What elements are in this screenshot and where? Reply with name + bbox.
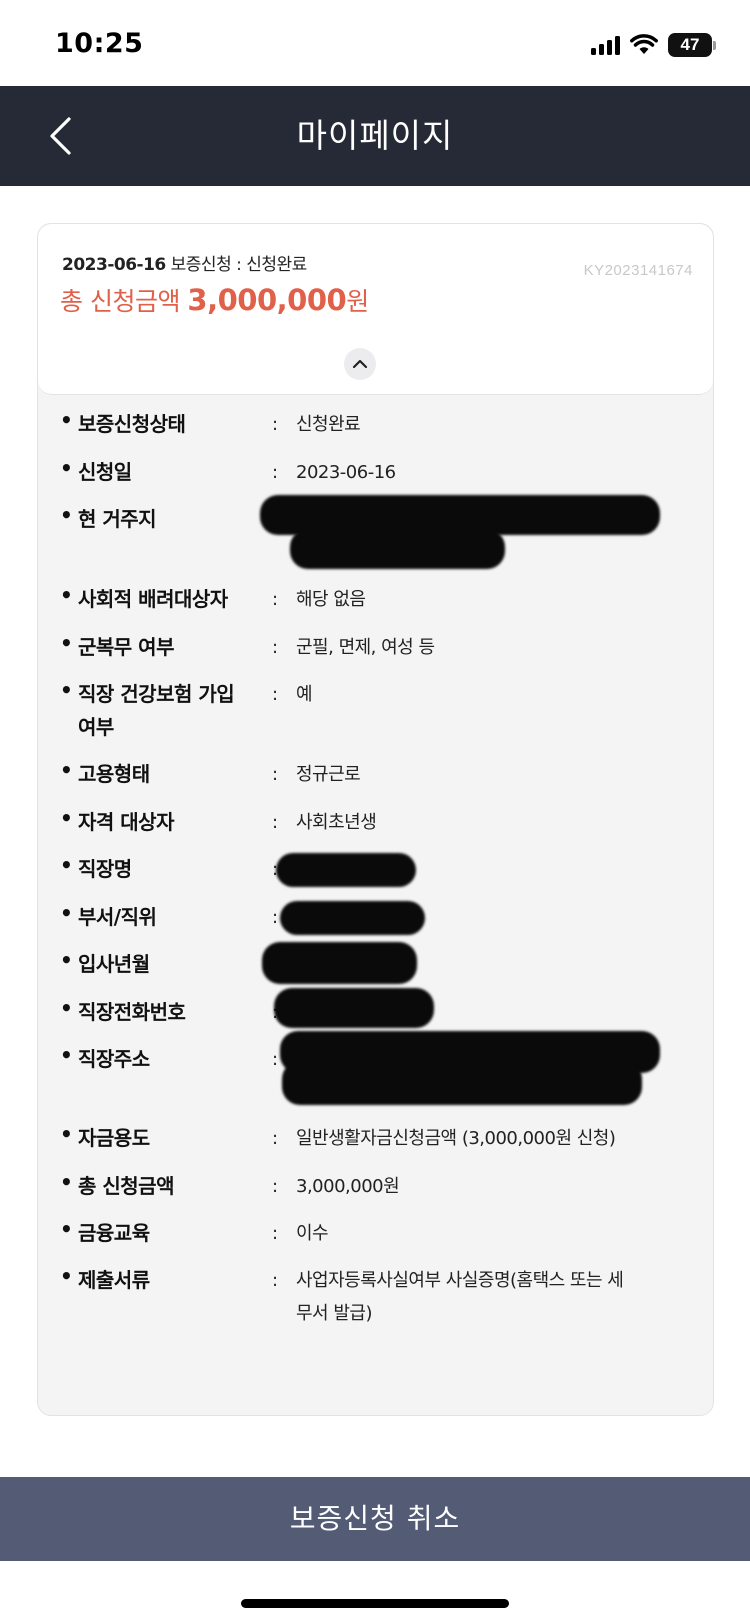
page-title: 마이페이지 xyxy=(296,116,454,155)
redacted-value xyxy=(280,901,425,935)
cancel-application-button[interactable]: 보증신청 취소 xyxy=(0,1477,750,1561)
detail-label: 금융교육 xyxy=(78,1221,150,1245)
colon: : xyxy=(272,414,279,435)
colon: : xyxy=(272,1223,279,1244)
redacted-value xyxy=(282,1061,642,1105)
total-amount: 총 신청금액 3,000,000원 xyxy=(60,282,369,318)
colon: : xyxy=(272,764,279,785)
detail-value: 신청완료 xyxy=(296,414,361,435)
redacted-value xyxy=(290,529,505,569)
detail-label: 보증신청상태 xyxy=(78,412,186,436)
detail-value: 예 xyxy=(296,684,313,705)
total-unit: 원 xyxy=(346,287,369,316)
detail-label: 사회적 배려대상자 xyxy=(78,587,228,611)
collapse-button[interactable] xyxy=(344,348,376,380)
detail-label: 직장명 xyxy=(78,857,132,881)
detail-label: 직장 건강보험 가입 여부 xyxy=(78,682,235,739)
bullet: • xyxy=(60,456,73,480)
colon: : xyxy=(272,462,279,483)
detail-value: 군필, 면제, 여성 등 xyxy=(296,637,435,658)
cellular-signal-icon xyxy=(591,35,620,55)
bullet: • xyxy=(60,631,73,655)
colon: : xyxy=(272,1049,279,1070)
bullet: • xyxy=(60,1122,73,1146)
summary-date: 2023-06-16 xyxy=(62,255,166,275)
colon: : xyxy=(272,637,279,658)
wifi-icon xyxy=(630,34,658,54)
summary-status: 보증신청 : 신청완료 xyxy=(170,255,308,275)
detail-value: 3,000,000원 xyxy=(296,1176,400,1197)
detail-label: 신청일 xyxy=(78,460,132,484)
app-header: 마이페이지 xyxy=(0,86,750,186)
detail-value: 해당 없음 xyxy=(296,589,366,610)
detail-label: 현 거주지 xyxy=(78,507,157,531)
chevron-up-icon xyxy=(352,359,368,369)
application-summary: 2023-06-16 보증신청 : 신청완료 KY2023141674 총 신청… xyxy=(38,224,713,395)
detail-label: 자격 대상자 xyxy=(78,810,174,834)
summary-line: 2023-06-16 보증신청 : 신청완료 xyxy=(62,250,307,275)
status-icons: 47 xyxy=(591,31,716,59)
colon: : xyxy=(272,1270,279,1291)
detail-value: 정규근로 xyxy=(296,764,361,785)
bullet: • xyxy=(60,503,73,527)
colon: : xyxy=(272,589,279,610)
total-value: 3,000,000 xyxy=(187,283,347,317)
bullet: • xyxy=(60,1043,73,1067)
detail-value: 사업자등록사실여부 사실증명(홈택스 또는 세무서 발급) xyxy=(296,1270,624,1324)
bullet: • xyxy=(60,758,73,782)
bullet: • xyxy=(60,678,73,702)
detail-value: 사회초년생 xyxy=(296,812,377,833)
detail-label: 제출서류 xyxy=(78,1268,150,1292)
detail-label: 직장주소 xyxy=(78,1047,150,1071)
bullet: • xyxy=(60,583,73,607)
bullet: • xyxy=(60,996,73,1020)
detail-value: 일반생활자금신청금액 (3,000,000원 신청) xyxy=(296,1128,616,1149)
bullet: • xyxy=(60,901,73,925)
detail-label: 부서/직위 xyxy=(78,905,157,929)
detail-label: 총 신청금액 xyxy=(78,1174,174,1198)
redacted-value xyxy=(274,988,434,1028)
application-number: KY2023141674 xyxy=(583,262,693,279)
battery-level: 47 xyxy=(680,35,700,54)
bullet: • xyxy=(60,408,73,432)
colon: : xyxy=(272,684,279,705)
bullet: • xyxy=(60,1170,73,1194)
detail-label: 고용형태 xyxy=(78,762,150,786)
application-card: 2023-06-16 보증신청 : 신청완료 KY2023141674 총 신청… xyxy=(37,223,714,1416)
bullet: • xyxy=(60,1264,73,1288)
status-time: 10:25 xyxy=(55,28,144,59)
redacted-value xyxy=(276,853,416,887)
home-indicator[interactable] xyxy=(241,1599,509,1608)
bullet: • xyxy=(60,1217,73,1241)
colon: : xyxy=(272,1128,279,1149)
battery-nub xyxy=(713,40,716,50)
bullet: • xyxy=(60,806,73,830)
total-label: 총 신청금액 xyxy=(60,287,180,316)
detail-value: 2023-06-16 xyxy=(296,462,396,483)
status-bar: 10:25 47 xyxy=(0,0,750,86)
detail-label: 자금용도 xyxy=(78,1126,150,1150)
detail-label: 입사년월 xyxy=(78,952,150,976)
colon: : xyxy=(272,907,279,928)
detail-value: 이수 xyxy=(296,1223,329,1244)
colon: : xyxy=(272,812,279,833)
battery-icon: 47 xyxy=(668,33,712,57)
bullet: • xyxy=(60,853,73,877)
colon: : xyxy=(272,1176,279,1197)
detail-label: 군복무 여부 xyxy=(78,635,174,659)
detail-label: 직장전화번호 xyxy=(78,1000,186,1024)
bullet: • xyxy=(60,948,73,972)
redacted-value xyxy=(262,942,417,984)
